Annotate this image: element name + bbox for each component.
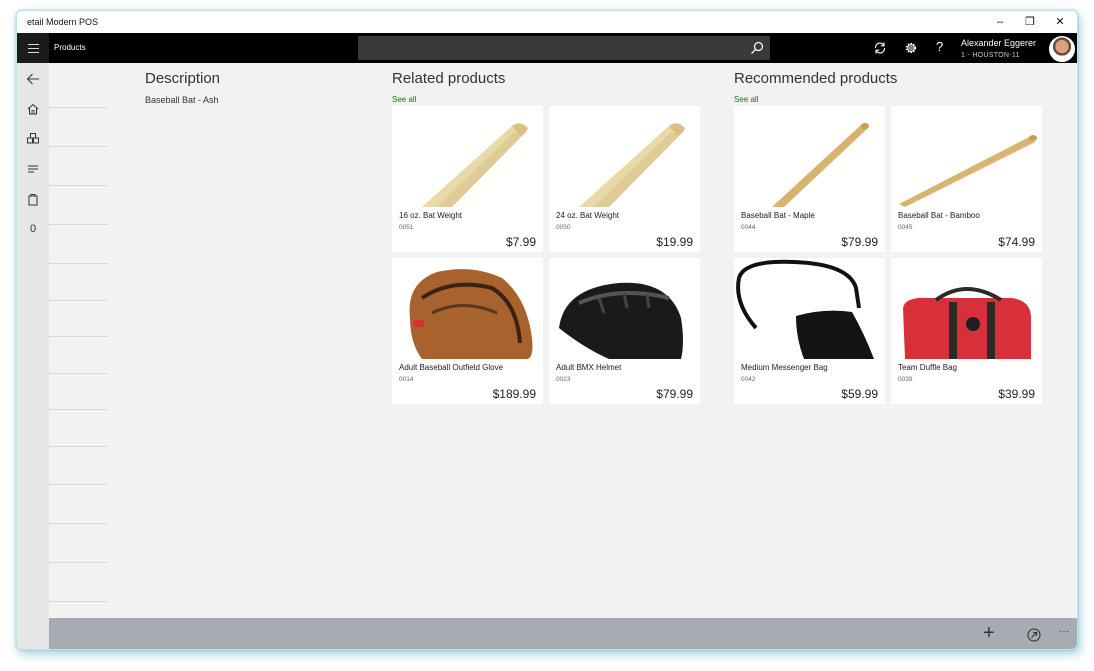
product-number: 0042	[741, 376, 756, 383]
list-divider	[49, 300, 107, 301]
bat-image	[734, 106, 885, 207]
add-icon[interactable]: +	[983, 623, 999, 643]
close-button[interactable]: ✕	[1045, 11, 1075, 33]
related-products-heading: Related products	[392, 70, 506, 87]
store-label: 1 - HOUSTON-11	[961, 52, 1020, 59]
list-panel	[49, 63, 107, 618]
product-card[interactable]: Baseball Bat - Maple 0044 $79.99	[734, 106, 885, 252]
product-card[interactable]: Baseball Bat - Bamboo 0045 $74.99	[891, 106, 1042, 252]
product-description: Baseball Bat - Ash	[145, 95, 219, 105]
list-divider	[49, 336, 107, 337]
list-divider	[49, 373, 107, 374]
list-divider	[49, 224, 107, 225]
page-title: Products	[54, 43, 86, 52]
messenger-bag-image	[734, 258, 885, 359]
product-name: Baseball Bat - Bamboo	[898, 211, 980, 220]
product-card[interactable]: 24 oz. Bat Weight 0050 $19.99	[549, 106, 700, 252]
list-divider	[49, 409, 107, 410]
product-name: Baseball Bat - Maple	[741, 211, 815, 220]
product-card[interactable]: 16 oz. Bat Weight 0051 $7.99	[392, 106, 543, 252]
list-divider	[49, 601, 107, 602]
transactions-icon[interactable]	[26, 162, 40, 176]
helmet-image	[549, 258, 700, 359]
zero-count-icon[interactable]: 0	[26, 222, 40, 236]
circle-arrow-icon[interactable]	[1026, 627, 1042, 643]
product-name: Adult Baseball Outfield Glove	[399, 363, 504, 372]
product-number: 0050	[556, 224, 571, 231]
avatar[interactable]	[1049, 36, 1075, 62]
left-navigation-rail: 0	[17, 63, 49, 649]
product-price: $19.99	[656, 235, 693, 249]
window-title: etail Modern POS	[27, 17, 99, 27]
product-card[interactable]: Adult BMX Helmet 0023 $79.99	[549, 258, 700, 404]
refresh-icon[interactable]	[873, 41, 887, 55]
products-icon[interactable]	[26, 132, 40, 146]
bat-image	[891, 106, 1042, 207]
product-name: Adult BMX Helmet	[556, 363, 622, 372]
product-name: Medium Messenger Bag	[741, 363, 828, 372]
help-icon[interactable]: ?	[936, 40, 950, 54]
product-number: 0039	[898, 376, 913, 383]
related-see-all-link[interactable]: See all	[392, 95, 416, 104]
product-card[interactable]: Adult Baseball Outfield Glove 0014 $189.…	[392, 258, 543, 404]
list-divider	[49, 562, 107, 563]
bat-weight-image	[549, 106, 700, 207]
duffle-bag-image	[891, 258, 1042, 359]
product-card[interactable]: Medium Messenger Bag 0042 $59.99	[734, 258, 885, 404]
product-price: $39.99	[998, 387, 1035, 401]
product-price: $74.99	[998, 235, 1035, 249]
search-icon[interactable]	[750, 41, 764, 55]
product-name: Team Duffle Bag	[898, 363, 957, 372]
more-icon[interactable]: ···	[1059, 624, 1077, 640]
list-divider	[49, 446, 107, 447]
user-name: Alexander Eggerer	[961, 38, 1037, 48]
list-divider	[49, 107, 107, 108]
home-icon[interactable]	[26, 102, 40, 116]
product-price: $79.99	[841, 235, 878, 249]
list-divider	[49, 523, 107, 524]
list-divider	[49, 146, 107, 147]
command-bar: + ···	[49, 618, 1077, 649]
minimize-button[interactable]: –	[985, 11, 1015, 33]
product-number: 0014	[399, 376, 414, 383]
product-number: 0051	[399, 224, 414, 231]
list-divider	[49, 263, 107, 264]
back-arrow-icon[interactable]	[26, 72, 40, 86]
product-number: 0023	[556, 376, 571, 383]
search-input[interactable]	[358, 36, 770, 60]
product-price: $59.99	[841, 387, 878, 401]
title-bar: etail Modern POS – ❐ ✕	[17, 11, 1077, 33]
bag-icon[interactable]	[26, 192, 40, 206]
list-divider	[49, 484, 107, 485]
product-price: $189.99	[492, 387, 536, 401]
baseball-glove-image	[392, 258, 543, 359]
recommended-see-all-link[interactable]: See all	[734, 95, 758, 104]
product-price: $79.99	[656, 387, 693, 401]
product-price: $7.99	[505, 235, 536, 249]
bat-weight-image	[392, 106, 543, 207]
product-card[interactable]: Team Duffle Bag 0039 $39.99	[891, 258, 1042, 404]
app-bar: Products ? Alexander Eggerer 1 - HOUSTON…	[17, 33, 1077, 63]
product-name: 24 oz. Bat Weight	[556, 211, 619, 220]
hamburger-menu-icon[interactable]	[17, 33, 49, 63]
recommended-products-heading: Recommended products	[734, 70, 898, 87]
app-window: etail Modern POS – ❐ ✕ Products ? Alexan…	[16, 10, 1078, 650]
product-number: 0044	[741, 224, 756, 231]
product-number: 0045	[898, 224, 913, 231]
list-divider	[49, 185, 107, 186]
maximize-button[interactable]: ❐	[1015, 11, 1045, 33]
product-name: 16 oz. Bat Weight	[399, 211, 462, 220]
description-heading: Description	[145, 70, 221, 87]
settings-icon[interactable]	[904, 41, 918, 55]
